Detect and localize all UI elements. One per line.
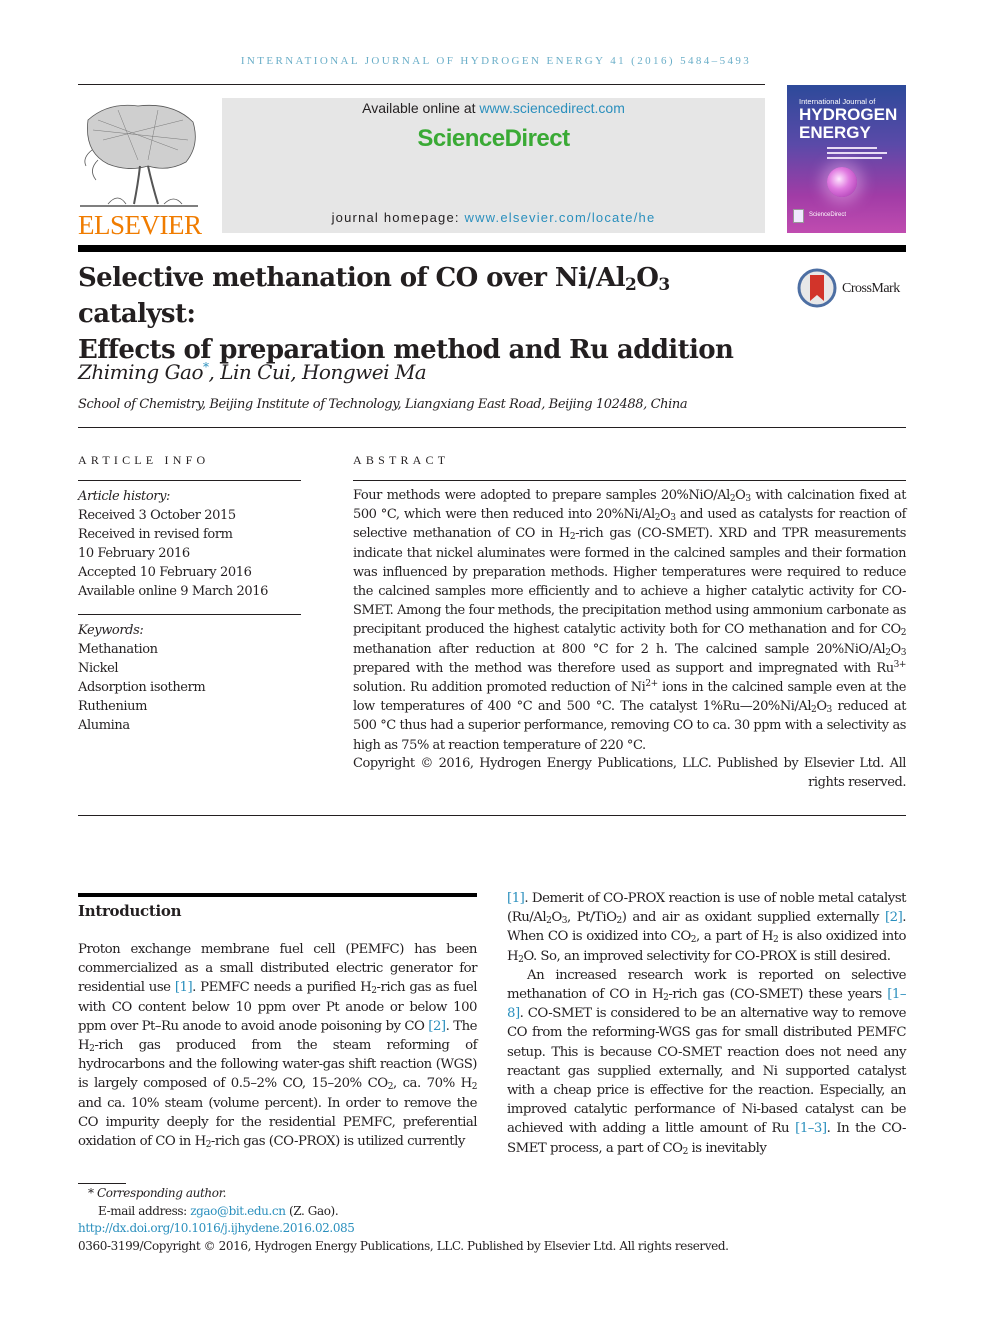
citation-link[interactable]: [2] (885, 910, 903, 925)
paragraph: An increased research work is reported o… (507, 967, 907, 1157)
paragraph: [1]. Demerit of CO-PROX reaction is use … (507, 891, 907, 965)
article-history: Article history: Received 3 October 2015… (78, 487, 268, 601)
elsevier-logo[interactable]: ELSEVIER (78, 100, 203, 240)
citation-link[interactable]: [1] (175, 980, 193, 995)
corresponding-author-note: * Corresponding author. (88, 1186, 227, 1200)
divider (78, 815, 906, 816)
cover-title: HYDROGEN ENERGY (799, 105, 898, 142)
top-rule (78, 84, 765, 85)
journal-homepage-link[interactable]: www.elsevier.com/locate/he (465, 210, 656, 225)
abstract-copyright: Copyright © 2016, Hydrogen Energy Public… (353, 756, 906, 791)
keyword: Ruthenium (78, 699, 148, 714)
keyword: Nickel (78, 661, 119, 676)
keyword: Adsorption isotherm (78, 680, 206, 695)
article-title: Selective methanation of CO over Ni/Al2O… (78, 260, 768, 368)
elsevier-wordmark: ELSEVIER (78, 210, 202, 240)
cover-editor-line (827, 147, 877, 149)
footnotes: * Corresponding author. E-mail address: … (78, 1185, 729, 1255)
journal-cover[interactable]: International Journal of HYDROGEN ENERGY… (787, 85, 906, 233)
journal-homepage: journal homepage: www.elsevier.com/locat… (331, 210, 656, 225)
citation-link[interactable]: [2] (428, 1019, 446, 1034)
keywords-label: Keywords: (78, 623, 144, 638)
divider (353, 480, 906, 481)
crossmark-button[interactable]: CrossMark (797, 268, 907, 310)
author-list: Zhiming Gao*, Lin Cui, Hongwei Ma (78, 360, 427, 384)
sciencedirect-logo[interactable]: ScienceDirect (222, 125, 765, 153)
intro-column-2: [1]. Demerit of CO-PROX reaction is use … (507, 889, 907, 1158)
citation-link[interactable]: [1] (507, 891, 525, 906)
abstract-heading: ABSTRACT (353, 453, 450, 467)
divider (78, 480, 301, 481)
crossmark-label: CrossMark (842, 281, 900, 296)
cover-editor-line (827, 157, 882, 159)
cover-orb-graphic (827, 167, 857, 197)
elsevier-tree-icon (80, 104, 198, 207)
running-head: INTERNATIONAL JOURNAL OF HYDROGEN ENERGY… (240, 55, 752, 67)
sciencedirect-banner: Available online at www.sciencedirect.co… (222, 98, 765, 233)
divider (78, 614, 301, 615)
sciencedirect-link[interactable]: www.sciencedirect.com (479, 100, 625, 116)
citation-link[interactable]: [1–3] (795, 1121, 827, 1136)
history-item: Accepted 10 February 2016 (78, 565, 252, 580)
footnote-rule (78, 1183, 126, 1184)
keyword: Methanation (78, 642, 158, 657)
email-link[interactable]: zgao@bit.edu.cn (190, 1204, 286, 1218)
divider (78, 427, 906, 428)
history-item: Available online 9 March 2016 (78, 584, 268, 599)
author-names-rest: , Lin Cui, Hongwei Ma (208, 360, 427, 384)
article-info-heading: ARTICLE INFO (78, 453, 210, 467)
doi-link[interactable]: http://dx.doi.org/10.1016/j.ijhydene.201… (78, 1220, 729, 1238)
cover-footer: ScienceDirect (809, 212, 847, 218)
keyword: Alumina (78, 718, 130, 733)
section-rule (78, 893, 477, 897)
history-label: Article history: (78, 489, 171, 504)
title-line-1: Selective methanation of CO over Ni/Al2O… (78, 263, 670, 329)
crossmark-icon (797, 268, 837, 308)
issn-copyright: 0360-3199/Copyright © 2016, Hydrogen Ene… (78, 1238, 729, 1253)
cover-publisher-icon (793, 209, 804, 223)
cover-editor-line (827, 152, 887, 154)
keywords: Keywords: Methanation Nickel Adsorption … (78, 621, 206, 735)
history-item: Received 3 October 2015 (78, 508, 236, 523)
abstract-text: Four methods were adopted to prepare sam… (353, 488, 907, 753)
available-online-text: Available online at www.sciencedirect.co… (362, 100, 625, 116)
author-name[interactable]: Zhiming Gao (78, 360, 204, 384)
introduction-heading: Introduction (78, 902, 182, 920)
history-item: 10 February 2016 (78, 546, 190, 561)
header-rule (78, 245, 906, 252)
intro-column-1: Proton exchange membrane fuel cell (PEMF… (78, 942, 478, 1151)
affiliation: School of Chemistry, Beijing Institute o… (78, 397, 688, 412)
history-item: Received in revised form (78, 527, 233, 542)
email-note: E-mail address: zgao@bit.edu.cn (Z. Gao)… (98, 1203, 339, 1218)
